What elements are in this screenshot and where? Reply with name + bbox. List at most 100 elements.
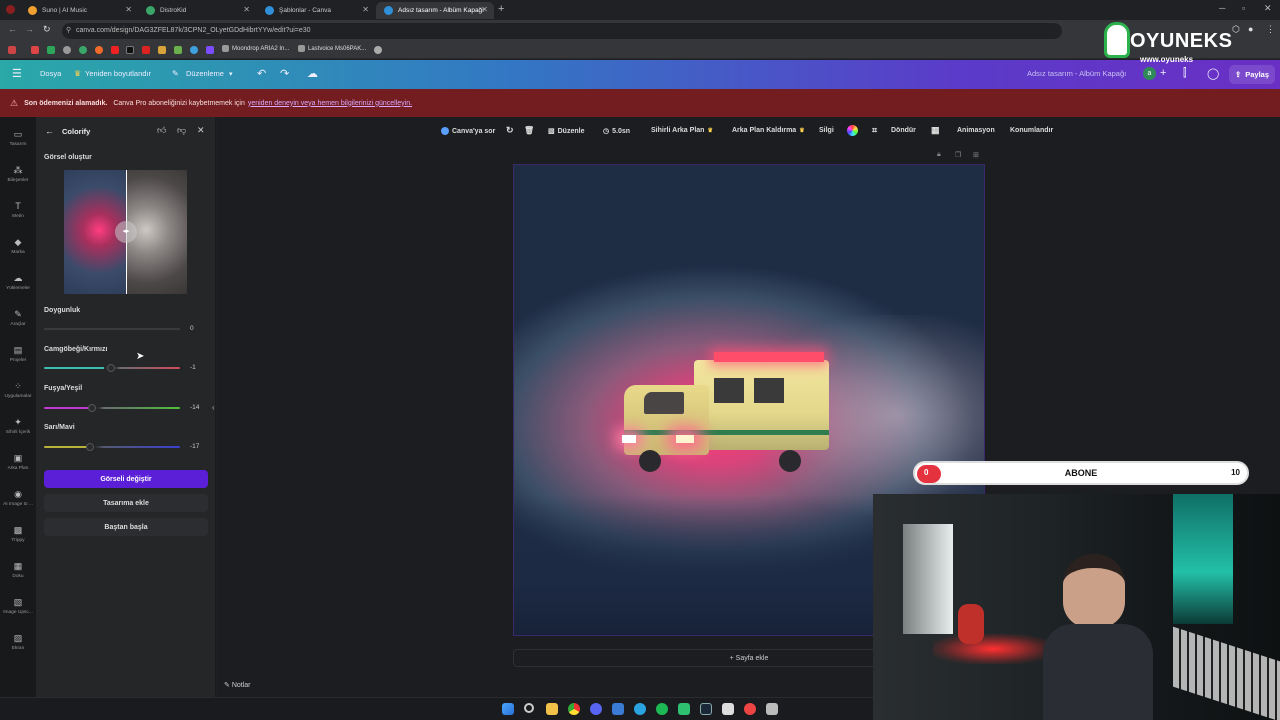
thumbs-down-icon[interactable]: 👎︎ [177,125,186,136]
gmail-icon[interactable] [31,46,39,54]
cyan-red-knob[interactable] [107,364,115,372]
profile-icon[interactable]: ● [1248,24,1253,34]
bookmark-icon[interactable] [190,46,198,54]
start-over-button[interactable]: Baştan başla [44,518,208,536]
color-picker-icon[interactable] [847,125,858,136]
transparency-icon[interactable]: ▦ [931,125,940,136]
rail-item-ekran[interactable]: ▨ Ekran [0,633,36,651]
bookmark-icon[interactable] [206,46,214,54]
rail-item-trippy[interactable]: ▩ Trippy [0,525,36,543]
rail-item-yüklemeler[interactable]: ☁ Yüklemeler [0,273,36,291]
rail-item-ai-image-to-[interactable]: ◉ AI Image to ... [0,489,36,507]
browser-more-icon[interactable]: ⋮ [1266,24,1275,35]
comment-icon[interactable]: ◯ [1207,67,1219,80]
bookmark-lastvoice[interactable]: Lastvoice Ms06PAK... [298,45,366,52]
duration-button[interactable]: ◷ 5.0sn [603,127,630,136]
fuchsia-green-knob[interactable] [88,404,96,412]
ask-canva-button[interactable]: Canva'ya sor [441,127,495,135]
close-icon[interactable]: ✕ [481,5,488,14]
rail-item-doku[interactable]: ▦ Doku [0,561,36,579]
app-icon[interactable] [722,703,734,715]
before-after-preview[interactable]: ◂▸ [64,170,187,294]
trash-icon[interactable]: 🗑︎ [524,126,534,135]
cyan-red-value[interactable]: -1 [190,364,196,371]
bookmark-icon[interactable] [142,46,150,54]
magic-background-button[interactable]: Sihirli Arka Plan ♛ [651,127,713,134]
duplicate-icon[interactable]: ❐ [955,151,961,159]
tab-suno[interactable]: Suno | AI Music ✕ [20,2,138,19]
bookmark-icon[interactable] [95,46,103,54]
resize-button[interactable]: Yeniden boyutlandır [85,69,151,78]
back-arrow-icon[interactable]: ← [45,126,54,136]
rail-item-bileşenler[interactable]: ⁂ Bileşenler [0,165,36,183]
bookmark-icon[interactable] [63,46,71,54]
fuchsia-green-value[interactable]: -14 [190,404,199,411]
analytics-icon[interactable]: ⫿ [1183,67,1187,80]
refresh-icon[interactable]: ↻ [506,125,514,136]
yellow-blue-slider[interactable] [44,446,180,448]
rotate-button[interactable]: Döndür [891,127,916,134]
tab-distrokid[interactable]: DistroKid ✕ [138,2,256,19]
file-menu[interactable]: Dosya [40,69,61,78]
rail-item-image-upsc-[interactable]: ▧ Image Upsc... [0,597,36,615]
app-icon[interactable] [678,703,690,715]
tab-canva-templates[interactable]: Şablonlar - Canva ✕ [257,2,375,19]
rail-item-metin[interactable]: T Metin [0,201,36,219]
notes-button[interactable]: ✎ Notlar [224,681,251,689]
start-icon[interactable] [502,703,514,715]
redo-icon[interactable]: ↷ [280,67,289,80]
bookmark-icon[interactable] [174,46,182,54]
telegram-icon[interactable] [634,703,646,715]
rail-item-sihirli-i-çerik[interactable]: ✦ Sihirli İçerik [0,417,36,435]
bookmark-icon[interactable] [47,46,55,54]
discord-icon[interactable] [590,703,602,715]
steam-icon[interactable] [700,703,712,715]
yellow-blue-value[interactable]: -17 [190,443,199,450]
position-button[interactable]: Konumlandır [1010,127,1053,134]
new-tab-icon[interactable]: + [498,3,504,15]
site-info-icon[interactable]: ⚲ [66,23,71,39]
chrome-icon[interactable] [568,703,580,715]
window-close-icon[interactable]: ✕ [1264,3,1272,14]
close-icon[interactable]: ✕ [243,5,250,14]
rail-item-marka[interactable]: ◆ Marka [0,237,36,255]
apps-grid-icon[interactable] [8,46,16,54]
bookmark-icon[interactable] [374,46,382,54]
tab-canva-design[interactable]: Adsız tasarım - Albüm Kapağı ✕ [376,2,494,19]
add-icon[interactable]: + [1160,67,1166,79]
add-to-design-button[interactable]: Tasarıma ekle [44,494,208,512]
eraser-button[interactable]: Silgi [819,127,834,134]
app-icon[interactable] [744,703,756,715]
crop-icon[interactable]: ⌗ [872,125,877,136]
menu-icon[interactable]: ☰ [12,67,22,80]
undo-icon[interactable]: ↶ [257,67,266,80]
saturation-value[interactable]: 0 [190,325,194,332]
fuchsia-green-slider[interactable] [44,407,180,409]
minimize-icon[interactable]: ─ [1219,3,1225,13]
browser-menu-icon[interactable] [6,5,15,14]
change-image-button[interactable]: Görseli değiştir [44,470,208,488]
warning-link[interactable]: yeniden deneyin veya hemen bilgilerinizi… [248,100,412,107]
x-icon[interactable] [126,46,134,54]
bookmark-icon[interactable] [79,46,87,54]
url-field[interactable]: ⚲ canva.com/design/DAG3ZFEL87k/3CPN2_OLy… [62,23,1062,39]
collapse-panel-icon[interactable]: ‹ [212,403,215,412]
share-button[interactable]: ⇪ Paylaş [1229,65,1275,84]
compare-handle-icon[interactable]: ◂▸ [115,221,137,243]
search-icon[interactable] [524,703,534,713]
bg-remove-button[interactable]: Arka Plan Kaldırma ♛ [732,127,805,134]
reload-icon[interactable]: ↻ [43,24,51,35]
rail-item-uygulamalar[interactable]: ⁘ Uygulamalar [0,381,36,399]
spotify-icon[interactable] [656,703,668,715]
rail-item-projeler[interactable]: ▤ Projeler [0,345,36,363]
rail-item-araçlar[interactable]: ✎ Araçlar [0,309,36,327]
animate-button[interactable]: Animasyon [957,127,995,134]
forward-icon[interactable]: → [25,24,34,34]
edit-image-button[interactable]: ▧ Düzenle [548,127,584,136]
avatar[interactable]: a [1143,67,1156,80]
saturation-slider[interactable] [44,328,180,330]
back-icon[interactable]: ← [8,24,17,34]
design-title[interactable]: Adsız tasarım - Albüm Kapağı [1027,69,1126,78]
app-icon[interactable] [766,703,778,715]
rail-item-arka-plan[interactable]: ▣ Arka Plan [0,453,36,471]
